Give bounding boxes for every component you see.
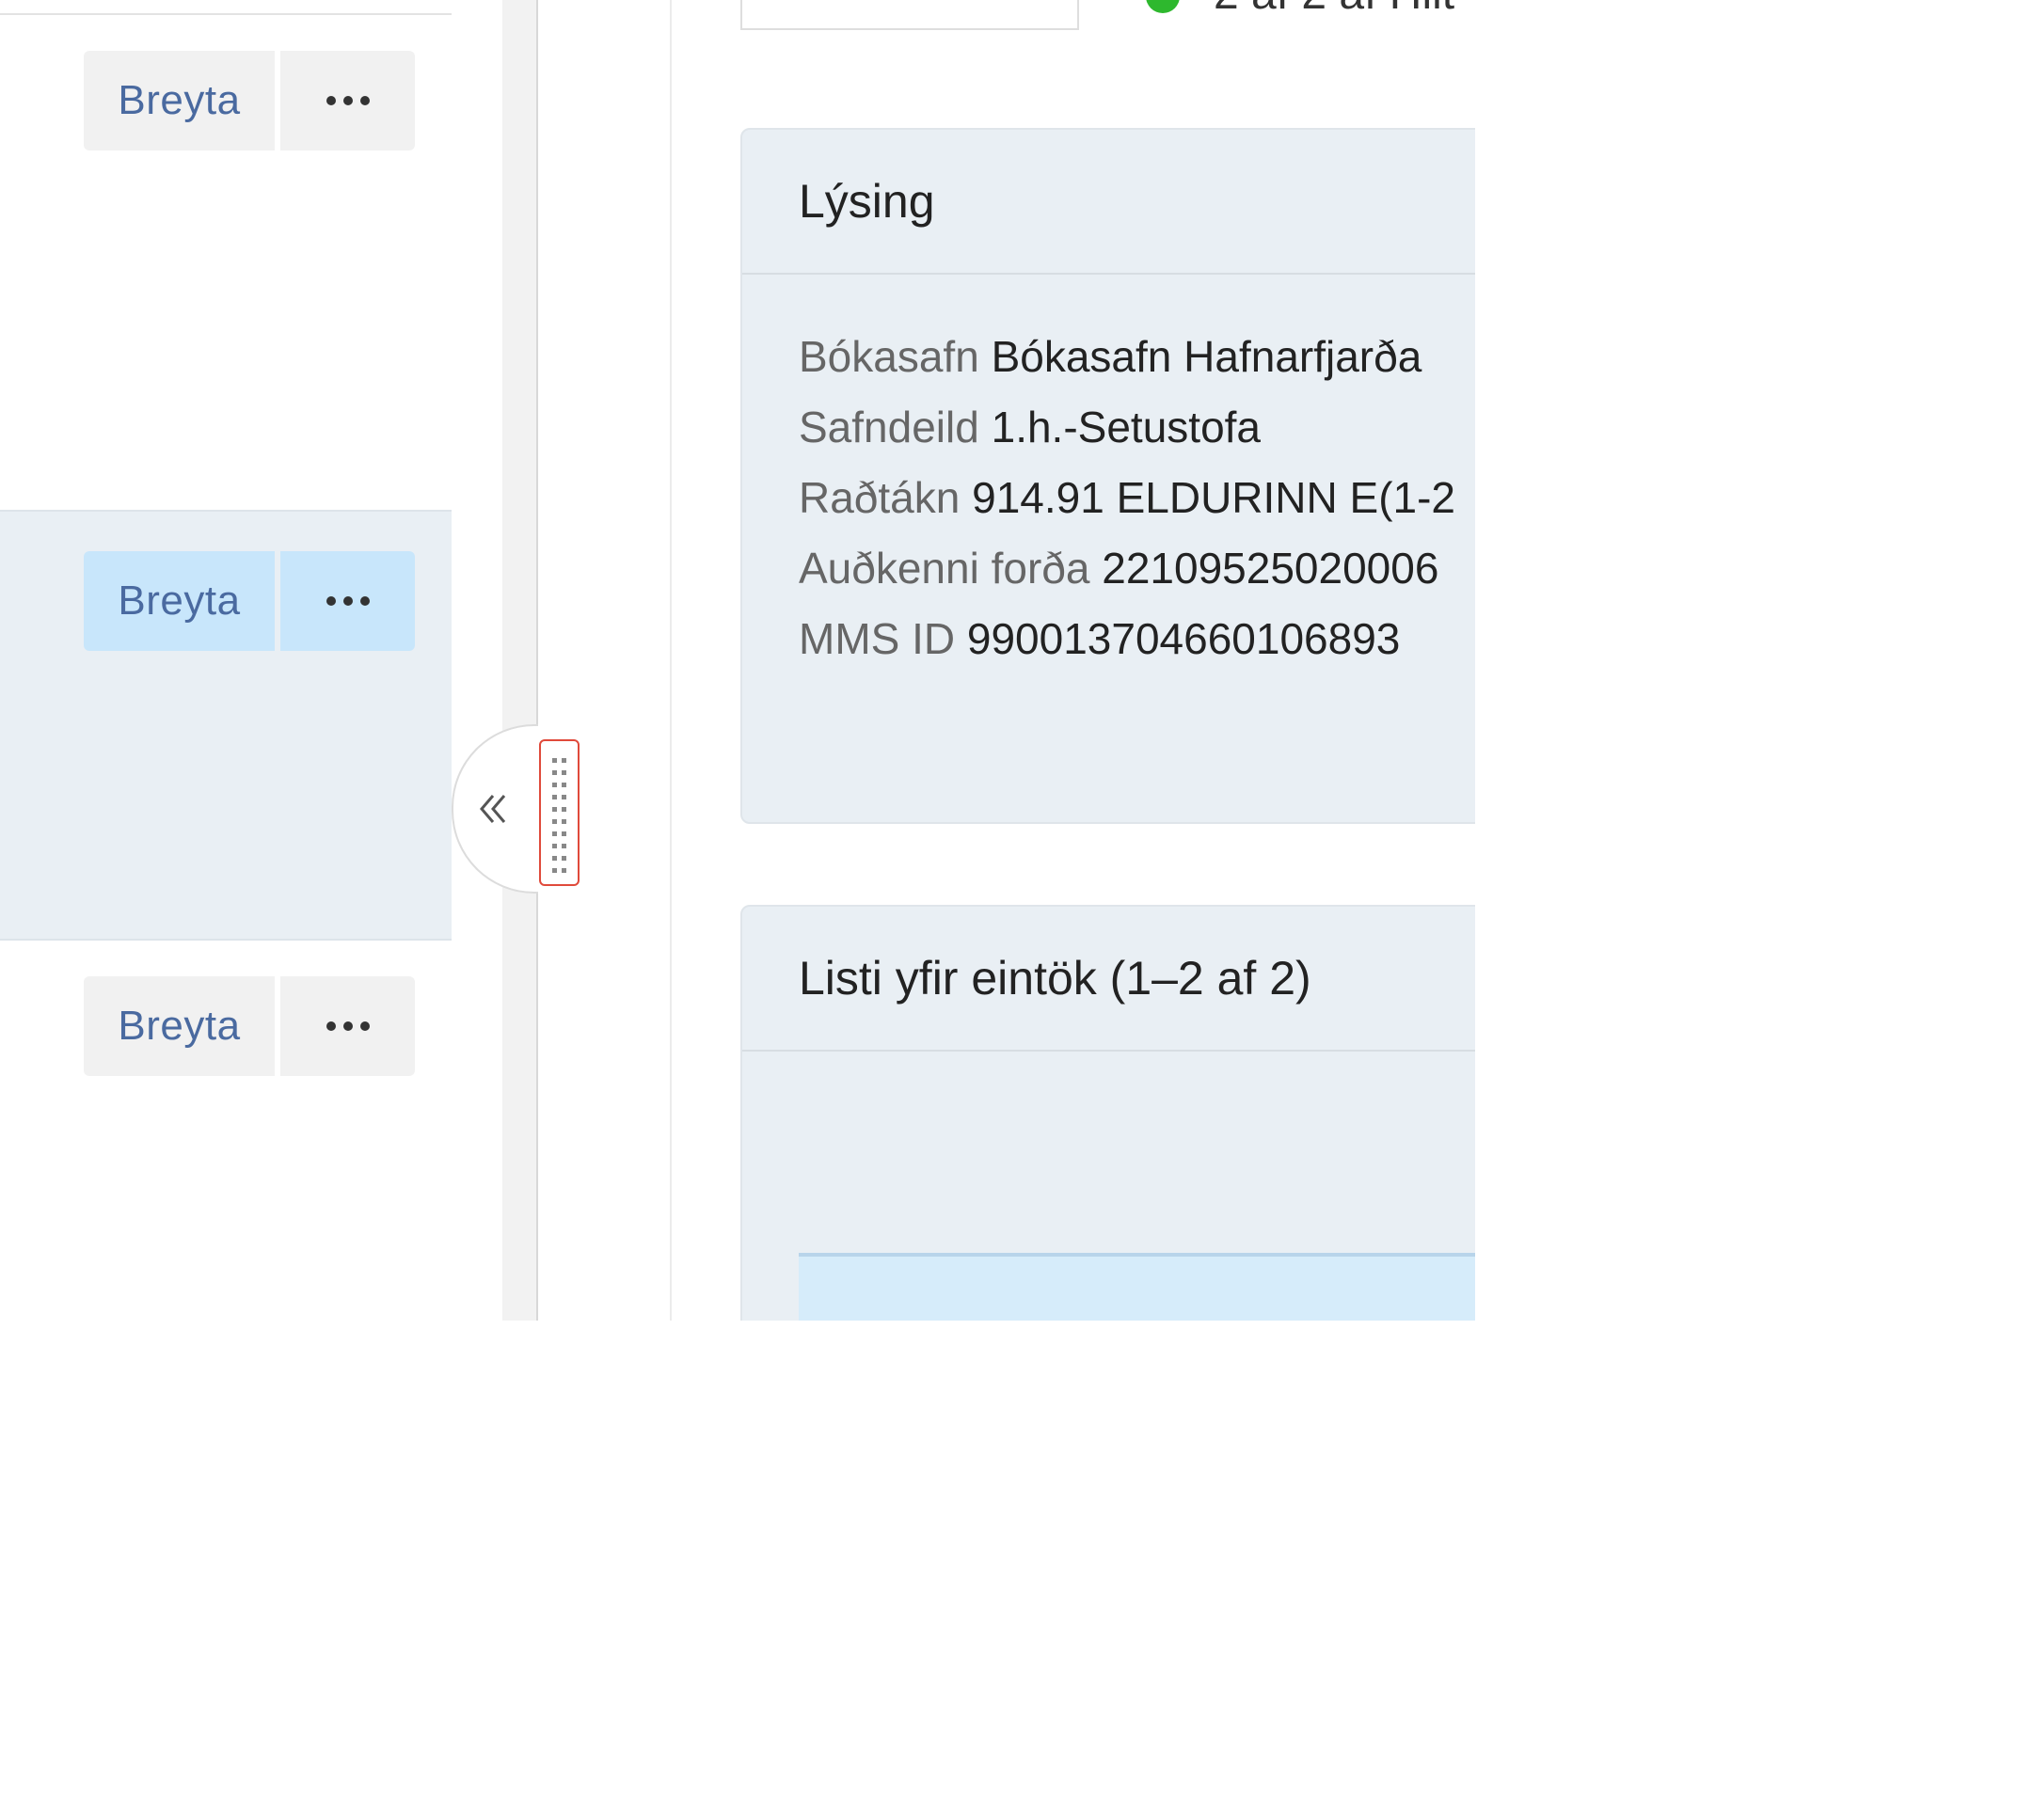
chevrons-left-icon [480, 795, 506, 823]
field-holding-id: Auðkenni forða 22109525020006 [799, 544, 1439, 593]
status-indicator-icon [1146, 0, 1180, 13]
items-list-card: Listi yfir eintök (1–2 af 2) [740, 905, 1475, 1321]
more-horizontal-icon [326, 1021, 370, 1031]
app-window: Breyta Breyta Breyta Lýsing Bókasafn Bók… [0, 0, 1475, 1321]
edit-button[interactable]: Breyta [84, 551, 275, 651]
pane-resize-handle[interactable] [539, 739, 580, 886]
drag-grip-icon [552, 758, 566, 873]
list-item[interactable]: Breyta [0, 15, 452, 203]
more-horizontal-icon [326, 596, 370, 606]
field-call-number: Raðtákn 914.91 ELDURINN E(1-2 [799, 473, 1456, 522]
description-title: Lýsing [742, 130, 1475, 275]
description-card: Lýsing Bókasafn Bókasafn Hafnarfjarða Sa… [740, 128, 1475, 824]
field-library: Bókasafn Bókasafn Hafnarfjarða [799, 332, 1422, 381]
list-scrollbar-track[interactable] [502, 0, 538, 1321]
description-body: Bókasafn Bókasafn Hafnarfjarða Safndeild… [742, 275, 1475, 674]
more-actions-button[interactable] [280, 51, 415, 150]
more-actions-button[interactable] [280, 551, 415, 651]
field-location: Safndeild 1.h.-Setustofa [799, 403, 1262, 451]
edit-button-label: Breyta [118, 1003, 241, 1049]
edit-button[interactable]: Breyta [84, 976, 275, 1076]
edit-button[interactable]: Breyta [84, 51, 275, 150]
field-mms-id: MMS ID 990013704660106893 [799, 614, 1401, 663]
items-list-title: Listi yfir eintök (1–2 af 2) [742, 907, 1475, 1052]
edit-button-label: Breyta [118, 77, 241, 123]
list-item-selected[interactable]: Breyta [0, 510, 452, 941]
more-actions-button[interactable] [280, 976, 415, 1076]
list-item[interactable]: Breyta [0, 939, 452, 1221]
more-horizontal-icon [326, 96, 370, 105]
row-actions: Breyta [84, 51, 415, 150]
items-table-header [799, 1253, 1475, 1321]
row-actions: Breyta [84, 976, 415, 1076]
results-list-pane: Breyta Breyta Breyta [0, 0, 452, 1321]
filter-input[interactable] [740, 0, 1079, 30]
collapse-pane-button[interactable] [452, 724, 538, 894]
row-actions: Breyta [84, 551, 415, 651]
divider [670, 0, 672, 1321]
status-text: 2 af 2 af Hilt [1214, 0, 1454, 20]
edit-button-label: Breyta [118, 578, 241, 624]
